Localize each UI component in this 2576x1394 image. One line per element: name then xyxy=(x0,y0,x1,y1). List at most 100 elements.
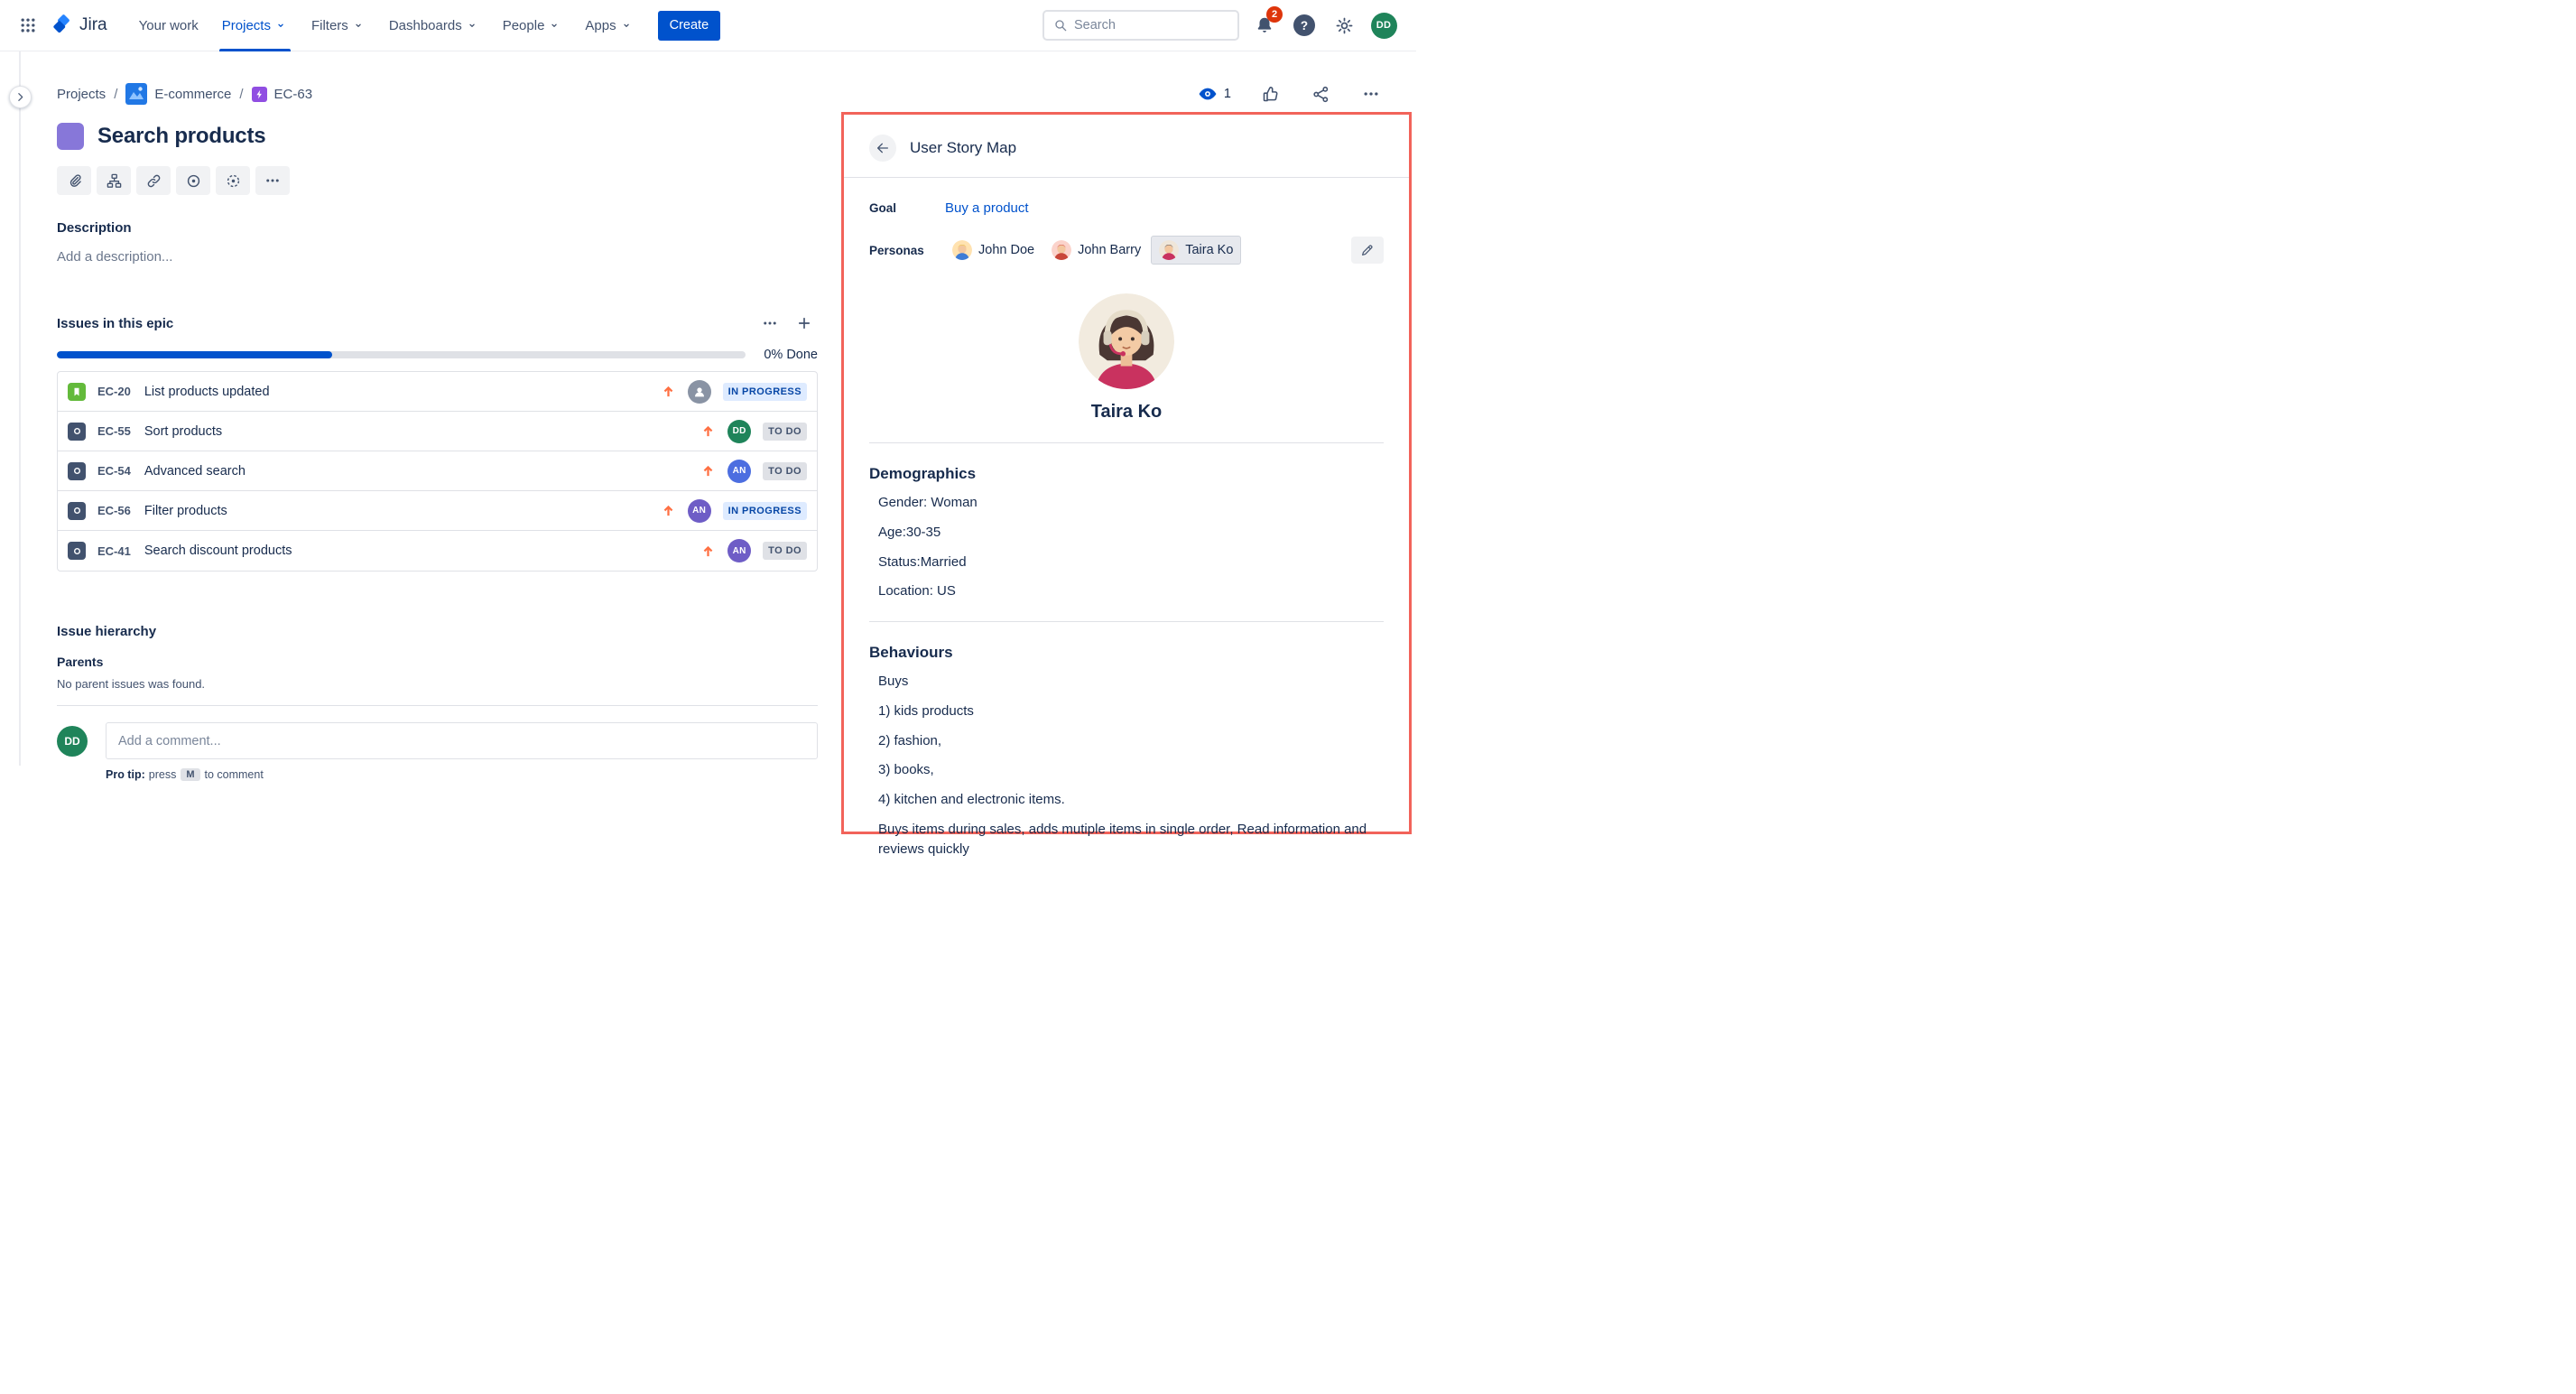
no-parents-message: No parent issues was found. xyxy=(57,677,818,706)
breadcrumb-separator: / xyxy=(114,87,117,102)
goal-link[interactable]: Buy a product xyxy=(945,200,1029,216)
nav-dashboards[interactable]: Dashboards xyxy=(377,0,491,51)
add-child-issue-button[interactable] xyxy=(97,166,131,195)
status-badge[interactable]: TO DO xyxy=(763,423,807,441)
panel-back-button[interactable] xyxy=(869,135,896,162)
ellipsis-icon xyxy=(1362,85,1380,103)
add-issue-button[interactable] xyxy=(791,311,818,335)
breadcrumb-issue-link[interactable]: EC-63 xyxy=(252,87,313,102)
breadcrumb-project-link[interactable]: E-commerce xyxy=(125,83,231,105)
description-placeholder[interactable]: Add a description... xyxy=(57,249,818,265)
assignee-avatar[interactable]: AN xyxy=(727,460,751,483)
description-heading: Description xyxy=(57,220,818,236)
persona-chip-john-barry[interactable]: John Barry xyxy=(1044,237,1148,264)
settings-button[interactable] xyxy=(1330,11,1358,40)
jira-logo-icon xyxy=(51,14,73,37)
pencil-icon xyxy=(1360,243,1375,257)
priority-high-icon xyxy=(661,384,676,399)
status-badge[interactable]: IN PROGRESS xyxy=(723,383,807,401)
assignee-avatar[interactable]: DD xyxy=(727,420,751,443)
chevron-down-icon xyxy=(273,18,288,33)
comment-protip: Pro tip: press M to comment xyxy=(106,768,818,781)
demographics-line: Gender: Woman xyxy=(878,493,1384,513)
priority-high-icon xyxy=(700,463,716,479)
jira-wordmark: Jira xyxy=(79,15,107,35)
link-issue-button[interactable] xyxy=(136,166,171,195)
watch-button[interactable]: 1 xyxy=(1198,84,1231,104)
epic-issues-more-button[interactable] xyxy=(756,311,783,335)
epic-progress-row: 0% Done xyxy=(57,348,818,362)
issue-row[interactable]: EC-41 Search discount products AN TO DO xyxy=(58,531,817,571)
status-badge[interactable]: TO DO xyxy=(763,542,807,560)
nav-projects[interactable]: Projects xyxy=(210,0,300,51)
notifications-button[interactable]: 2 xyxy=(1250,11,1279,40)
keyboard-shortcut-m: M xyxy=(181,768,199,781)
gear-icon xyxy=(1335,16,1354,35)
issue-key[interactable]: EC-20 xyxy=(97,385,131,398)
scope-alt-button[interactable] xyxy=(216,166,250,195)
issue-row[interactable]: EC-20 List products updated IN PROGRESS xyxy=(58,372,817,412)
issue-summary[interactable]: Advanced search xyxy=(144,464,700,479)
sidebar-expand-button[interactable] xyxy=(9,86,32,108)
like-button[interactable] xyxy=(1258,82,1282,106)
scope-button[interactable] xyxy=(176,166,210,195)
priority-high-icon xyxy=(661,503,676,518)
issue-row[interactable]: EC-56 Filter products AN IN PROGRESS xyxy=(58,491,817,531)
help-button[interactable] xyxy=(1290,11,1319,40)
status-badge[interactable]: IN PROGRESS xyxy=(723,502,807,520)
toolbar-more-button[interactable] xyxy=(255,166,290,195)
content-columns: Search products xyxy=(57,112,1412,766)
create-button[interactable]: Create xyxy=(658,11,721,41)
demographics-line: Age:30-35 xyxy=(878,523,1384,543)
persona-chip-taira-ko[interactable]: Taira Ko xyxy=(1151,236,1241,265)
share-button[interactable] xyxy=(1309,82,1332,106)
chevron-down-icon xyxy=(465,18,479,33)
epic-icon xyxy=(252,87,267,102)
issue-row[interactable]: EC-55 Sort products DD TO DO xyxy=(58,412,817,451)
behaviours-line: Buys items during sales, adds mutiple it… xyxy=(878,820,1384,860)
edit-personas-button[interactable] xyxy=(1351,237,1384,264)
comment-input[interactable] xyxy=(106,722,818,759)
behaviours-line: Buys xyxy=(878,672,1384,692)
main-content: Projects / E-commerce / xyxy=(21,51,1416,766)
task-type-icon xyxy=(68,542,86,560)
search-input[interactable] xyxy=(1074,18,1228,33)
assignee-avatar[interactable]: AN xyxy=(688,499,711,523)
issue-key[interactable]: EC-54 xyxy=(97,464,131,478)
chevron-right-icon xyxy=(14,91,26,103)
issue-key[interactable]: EC-55 xyxy=(97,424,131,438)
nav-apps[interactable]: Apps xyxy=(573,0,644,51)
issue-summary[interactable]: Search discount products xyxy=(144,544,700,558)
attach-button[interactable] xyxy=(57,166,91,195)
epic-progress-fill xyxy=(57,351,332,358)
persona-chip-john-doe[interactable]: John Doe xyxy=(945,237,1042,264)
issue-row[interactable]: EC-54 Advanced search AN TO DO xyxy=(58,451,817,491)
watch-count: 1 xyxy=(1224,87,1231,101)
issue-summary[interactable]: List products updated xyxy=(144,385,661,399)
nav-people[interactable]: People xyxy=(491,0,574,51)
chevron-down-icon xyxy=(351,18,366,33)
issue-summary[interactable]: Filter products xyxy=(144,504,661,518)
epic-done-label: 0% Done xyxy=(764,348,818,362)
issue-key[interactable]: EC-41 xyxy=(97,544,131,558)
global-search[interactable] xyxy=(1042,10,1239,41)
issue-key[interactable]: EC-56 xyxy=(97,504,131,517)
jira-logo[interactable]: Jira xyxy=(43,14,115,37)
status-badge[interactable]: TO DO xyxy=(763,462,807,480)
nav-right-cluster: 2 DD xyxy=(1042,10,1398,41)
assignee-avatar[interactable]: AN xyxy=(727,539,751,562)
target-icon xyxy=(185,172,202,190)
epic-progress-bar xyxy=(57,351,746,358)
more-actions-button[interactable] xyxy=(1359,82,1383,106)
eye-icon xyxy=(1198,84,1218,104)
page-body: Projects / E-commerce / xyxy=(0,51,1416,766)
behaviours-line: 2) fashion, xyxy=(878,731,1384,751)
app-switcher-button[interactable] xyxy=(13,10,43,41)
breadcrumb-projects-link[interactable]: Projects xyxy=(57,87,106,102)
issue-summary[interactable]: Sort products xyxy=(144,424,700,439)
assignee-avatar-unassigned[interactable] xyxy=(688,380,711,404)
nav-your-work[interactable]: Your work xyxy=(127,0,210,51)
user-story-map-panel: User Story Map Goal Buy a product Person… xyxy=(841,112,1412,834)
nav-filters[interactable]: Filters xyxy=(300,0,377,51)
user-avatar-button[interactable]: DD xyxy=(1369,11,1398,40)
